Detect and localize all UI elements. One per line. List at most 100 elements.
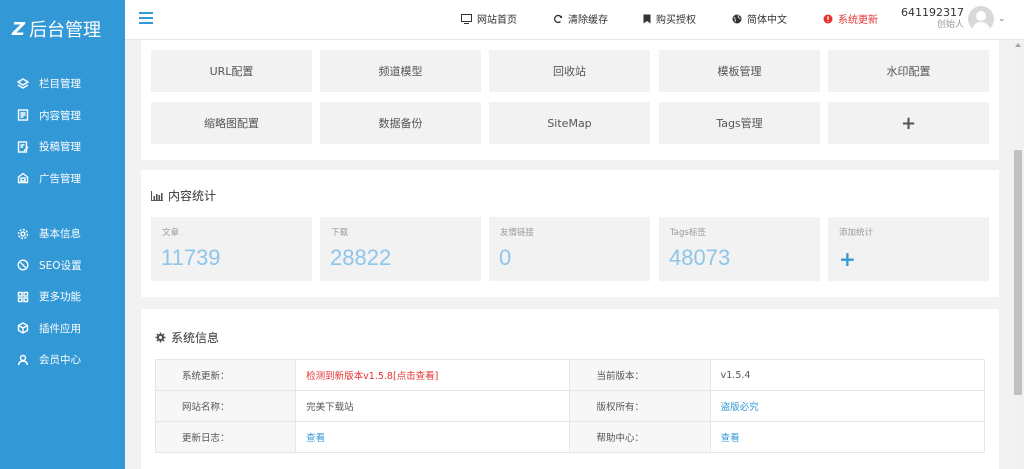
grid-icon <box>16 290 30 304</box>
bookmark-icon <box>643 14 651 24</box>
buy-license-link[interactable]: 购买授权 <box>643 11 696 26</box>
info-key: 当前版本： <box>569 359 711 391</box>
add-shortcut-button[interactable]: + <box>828 102 989 144</box>
sitemap-button[interactable]: SiteMap <box>489 102 650 144</box>
compass-icon <box>16 258 30 272</box>
quick-actions-panel: URL配置 频道模型 回收站 模板管理 水印配置 缩略图配置 数据备份 Site… <box>141 40 999 160</box>
sidebar-item-label: 广告管理 <box>39 172 81 185</box>
content-stats-title: 内容统计 <box>151 187 216 204</box>
stat-label: 文章 <box>162 228 180 238</box>
stat-card-friend-links[interactable]: 友情链接 0 <box>489 217 650 281</box>
ad-icon <box>16 171 30 185</box>
chevron-down-icon[interactable]: ⌄ <box>998 14 1006 24</box>
user-id: 641192317 <box>901 6 964 19</box>
info-key: 帮助中心： <box>569 421 711 453</box>
changelog-link[interactable]: 查看 <box>295 421 571 453</box>
system-update-link[interactable]: 系统更新 <box>823 11 878 26</box>
stat-card-articles[interactable]: 文章 11739 <box>151 217 312 281</box>
gear-icon <box>16 227 30 241</box>
info-key: 网站名称： <box>154 390 297 422</box>
user-icon <box>16 353 30 367</box>
logo-title: 后台管理 <box>29 20 102 41</box>
table-row: 更新日志： 查看 帮助中心： 查看 <box>154 421 986 453</box>
stat-value: 28822 <box>330 245 392 270</box>
sidebar-group-system: 基本信息 SEO设置 更多功能 插件应用 会员中心 <box>0 208 125 376</box>
stat-value: 0 <box>499 245 512 270</box>
sidebar-item-label: 栏目管理 <box>39 78 81 91</box>
top-header: 网站首页 清除缓存 购买授权 简体中文 系统更新 641192317 创始人 ⌄ <box>125 0 1024 40</box>
content-stats-title-text: 内容统计 <box>168 189 217 203</box>
scroll-up-icon[interactable] <box>1015 43 1021 47</box>
data-backup-button[interactable]: 数据备份 <box>320 102 481 144</box>
tags-manage-button[interactable]: Tags管理 <box>659 102 820 144</box>
table-row: 网站名称： 完美下载站 版权所有： 盗版必究 <box>154 390 986 422</box>
alert-icon <box>823 14 833 24</box>
sidebar-item-seo[interactable]: SEO设置 <box>0 250 125 282</box>
thumbnail-config-button[interactable]: 缩略图配置 <box>151 102 312 144</box>
stat-card-tags[interactable]: Tags标签 48073 <box>659 217 820 281</box>
sidebar-item-label: 会员中心 <box>39 354 81 367</box>
vertical-scrollbar[interactable] <box>1012 40 1024 469</box>
watermark-config-button[interactable]: 水印配置 <box>828 50 989 92</box>
table-row: 系统更新： 检测到新版本v1.5.8[点击查看] 当前版本： v1.5.4 <box>154 359 986 391</box>
sidebar-item-label: 更多功能 <box>39 291 81 304</box>
sidebar-group-content: 栏目管理 内容管理 投稿管理 广告管理 <box>0 58 125 194</box>
stat-value: 11739 <box>161 245 221 270</box>
system-update-label: 系统更新 <box>838 15 878 26</box>
system-info-table: 系统更新： 检测到新版本v1.5.8[点击查看] 当前版本： v1.5.4 网站… <box>154 359 986 453</box>
sidebar-item-submission[interactable]: 投稿管理 <box>0 131 125 163</box>
sidebar-item-more[interactable]: 更多功能 <box>0 281 125 313</box>
user-info[interactable]: 641192317 创始人 <box>901 6 964 31</box>
sidebar-item-ads[interactable]: 广告管理 <box>0 163 125 195</box>
stat-card-downloads[interactable]: 下载 28822 <box>320 217 481 281</box>
template-manage-button[interactable]: 模板管理 <box>659 50 820 92</box>
sidebar-item-basic-info[interactable]: 基本信息 <box>0 218 125 250</box>
sidebar: Z 后台管理 栏目管理 内容管理 投稿管理 广告管理 基本信息 SEO设置 更多… <box>0 0 125 469</box>
stat-label: 下载 <box>331 228 349 238</box>
language-link[interactable]: 简体中文 <box>732 11 787 26</box>
edit-document-icon <box>16 140 30 154</box>
stat-card-add[interactable]: 添加统计 + <box>828 217 989 281</box>
info-value: 完美下载站 <box>295 390 571 422</box>
help-center-link[interactable]: 查看 <box>709 421 986 453</box>
info-key: 版权所有： <box>569 390 711 422</box>
box-icon <box>16 321 30 335</box>
avatar[interactable] <box>968 6 994 32</box>
sidebar-item-column[interactable]: 栏目管理 <box>0 68 125 100</box>
site-home-link[interactable]: 网站首页 <box>461 11 517 26</box>
content-stats-panel: 内容统计 文章 11739 下载 28822 友情链接 0 Tags标签 480… <box>141 170 999 297</box>
globe-icon <box>732 14 742 24</box>
logo-mark: Z <box>12 18 26 40</box>
document-icon <box>16 108 30 122</box>
info-key: 系统更新： <box>154 359 297 391</box>
sidebar-item-label: 插件应用 <box>39 322 81 335</box>
system-info-title: 系统信息 <box>155 329 219 346</box>
channel-model-button[interactable]: 频道模型 <box>320 50 481 92</box>
sidebar-item-plugins[interactable]: 插件应用 <box>0 313 125 345</box>
layers-icon <box>16 77 30 91</box>
sidebar-item-members[interactable]: 会员中心 <box>0 344 125 376</box>
logo[interactable]: Z 后台管理 <box>0 0 125 58</box>
new-version-link[interactable]: 检测到新版本v1.5.8[点击查看] <box>295 359 571 391</box>
sidebar-item-label: 投稿管理 <box>39 141 81 154</box>
sidebar-item-content[interactable]: 内容管理 <box>0 100 125 132</box>
sidebar-item-label: SEO设置 <box>39 259 82 272</box>
url-config-button[interactable]: URL配置 <box>151 50 312 92</box>
monitor-icon <box>461 13 472 24</box>
bar-chart-icon <box>151 190 163 201</box>
recycle-bin-button[interactable]: 回收站 <box>489 50 650 92</box>
stat-label: 添加统计 <box>839 228 874 238</box>
sidebar-item-label: 内容管理 <box>39 109 81 122</box>
user-role: 创始人 <box>936 20 964 30</box>
system-info-title-text: 系统信息 <box>171 331 220 345</box>
buy-license-label: 购买授权 <box>656 15 696 26</box>
clear-cache-link[interactable]: 清除缓存 <box>553 11 608 26</box>
stat-value: 48073 <box>669 245 731 270</box>
menu-toggle-icon[interactable] <box>139 12 153 24</box>
scrollbar-thumb[interactable] <box>1014 150 1022 395</box>
stat-label: 友情链接 <box>500 228 535 238</box>
refresh-icon <box>553 14 563 24</box>
copyright-link[interactable]: 盗版必究 <box>709 390 986 422</box>
gear-icon <box>155 332 166 343</box>
plus-icon: + <box>839 247 856 271</box>
